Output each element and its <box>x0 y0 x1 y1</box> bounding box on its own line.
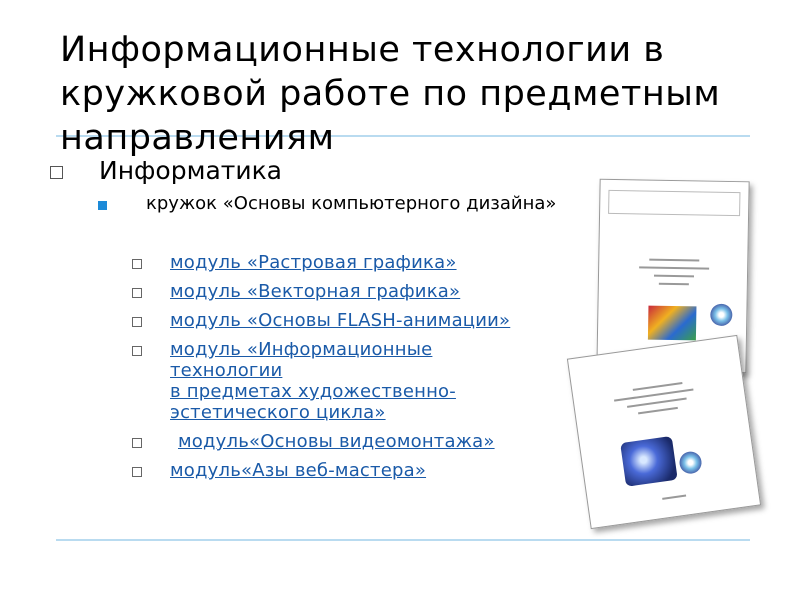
list-item: модуль «Информационные технологии в пред… <box>132 339 612 423</box>
slide-title: Информационные технологии в кружковой ра… <box>60 30 721 158</box>
list-item: модуль«Азы веб-мастера» <box>132 460 612 481</box>
course-document-image <box>566 334 762 530</box>
level1-label: Информатика <box>99 156 282 185</box>
module-link-video[interactable]: модуль«Основы видеомонтажа» <box>178 431 495 452</box>
hollow-square-bullet-icon <box>132 467 142 477</box>
list-item: модуль «Векторная графика» <box>132 281 612 302</box>
hollow-square-bullet-icon <box>50 166 63 179</box>
hollow-square-bullet-icon <box>132 259 142 269</box>
level1-item: Информатика <box>50 154 282 188</box>
module-link-flash[interactable]: модуль «Основы FLASH-анимации» <box>170 310 510 331</box>
hollow-square-bullet-icon <box>132 317 142 327</box>
level2-item: кружок «Основы компьютерного дизайна» <box>98 192 578 216</box>
hollow-square-bullet-icon <box>132 346 142 356</box>
course-document-images <box>566 178 768 530</box>
list-item: модуль«Основы видеомонтажа» <box>132 431 612 452</box>
module-link-list: модуль «Растровая графика» модуль «Векто… <box>132 252 612 489</box>
list-item: модуль «Растровая графика» <box>132 252 612 273</box>
module-link-web[interactable]: модуль«Азы веб-мастера» <box>170 460 426 481</box>
hollow-square-bullet-icon <box>132 438 142 448</box>
module-link-vector[interactable]: модуль «Векторная графика» <box>170 281 460 302</box>
blue-square-bullet-icon <box>98 201 107 210</box>
bottom-divider <box>56 539 750 541</box>
level2-label: кружок «Основы компьютерного дизайна» <box>146 193 557 214</box>
list-item: модуль «Основы FLASH-анимации» <box>132 310 612 331</box>
module-link-it-arts[interactable]: модуль «Информационные технологии в пред… <box>170 339 456 423</box>
module-link-raster[interactable]: модуль «Растровая графика» <box>170 252 457 273</box>
hollow-square-bullet-icon <box>132 288 142 298</box>
